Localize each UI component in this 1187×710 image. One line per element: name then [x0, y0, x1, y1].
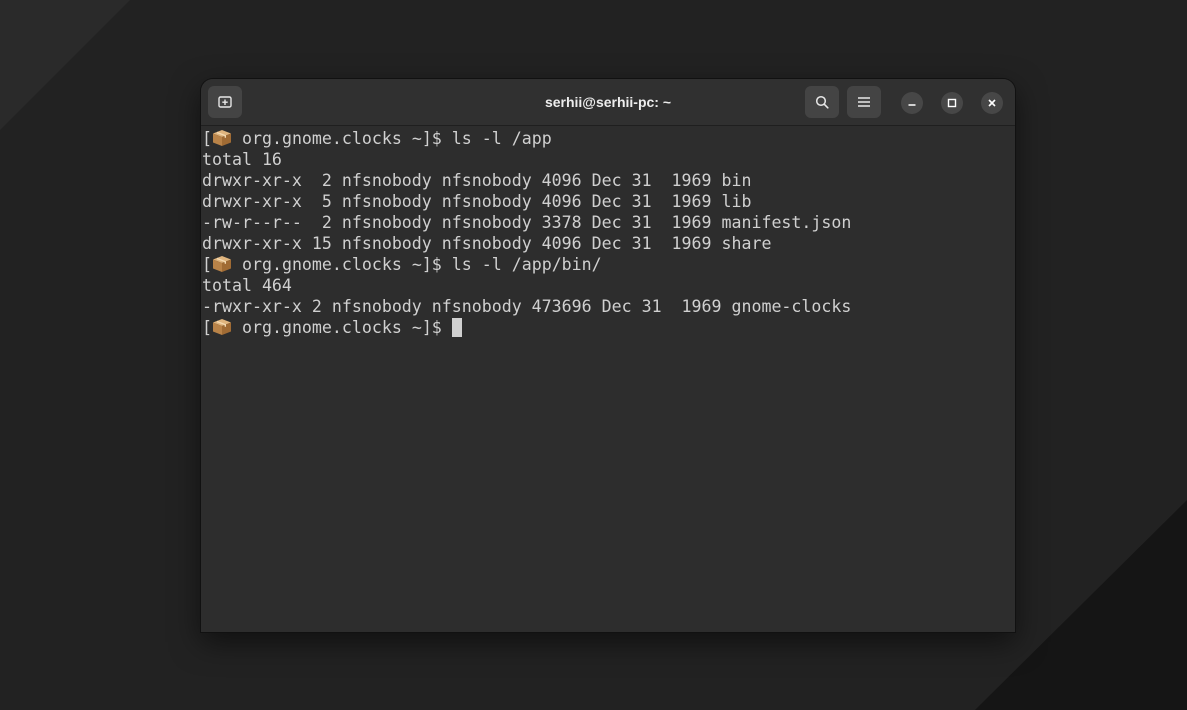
terminal-output-line: drwxr-xr-x 2 nfsnobody nfsnobody 4096 De…: [202, 171, 752, 190]
terminal-output-line: -rw-r--r-- 2 nfsnobody nfsnobody 3378 De…: [202, 213, 852, 232]
package-icon: [213, 319, 231, 335]
terminal-prompt-line: [ org.gnome.clocks ~]$: [202, 317, 462, 338]
terminal-output[interactable]: [ org.gnome.clocks ~]$ ls -l /app total …: [201, 126, 1015, 632]
hamburger-menu-icon: [858, 97, 870, 107]
terminal-output-line: total 16: [202, 150, 282, 169]
text-cursor: [451, 318, 462, 337]
close-icon: [988, 99, 996, 107]
search-icon: [815, 95, 829, 109]
terminal-output-line: drwxr-xr-x 5 nfsnobody nfsnobody 4096 De…: [202, 192, 752, 211]
search-button[interactable]: [805, 86, 839, 118]
terminal-output-line: total 464: [202, 276, 292, 295]
menu-button[interactable]: [847, 86, 881, 118]
package-icon: [213, 130, 231, 146]
new-tab-button[interactable]: [208, 86, 242, 118]
terminal-prompt-line: [ org.gnome.clocks ~]$ ls -l /app: [202, 129, 552, 148]
package-icon: [213, 256, 231, 272]
terminal-output-line: -rwxr-xr-x 2 nfsnobody nfsnobody 473696 …: [202, 297, 852, 316]
minimize-icon: [908, 104, 916, 106]
minimize-button[interactable]: [901, 92, 923, 114]
terminal-window: serhii@serhii-pc: ~ [org.gnome.clocks ~…: [201, 79, 1015, 632]
window-title: serhii@serhii-pc: ~: [544, 94, 672, 110]
close-button[interactable]: [981, 92, 1003, 114]
maximize-icon: [947, 98, 957, 108]
terminal-prompt-line: [ org.gnome.clocks ~]$ ls -l /app/bin/: [202, 255, 602, 274]
terminal-output-line: drwxr-xr-x 15 nfsnobody nfsnobody 4096 D…: [202, 234, 772, 253]
new-tab-icon: [218, 96, 232, 108]
maximize-button[interactable]: [941, 92, 963, 114]
header-bar: serhii@serhii-pc: ~: [201, 79, 1015, 126]
